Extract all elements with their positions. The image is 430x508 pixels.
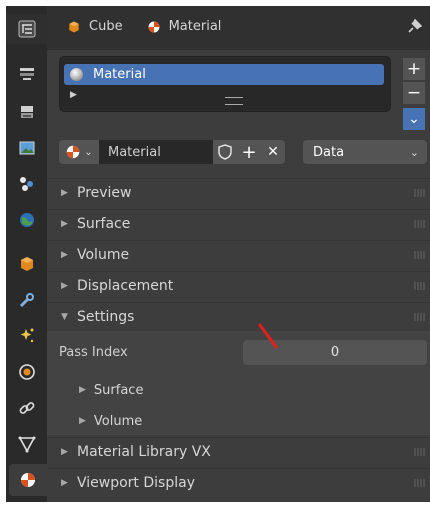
outliner-icon	[18, 20, 35, 38]
drag-grip-icon[interactable]	[414, 220, 426, 228]
panel-settings[interactable]: ▼ Settings	[47, 302, 430, 331]
collapsed-arrow-icon: ▶	[61, 447, 68, 457]
tab-view-layer[interactable]	[6, 168, 47, 200]
panel-title: Settings	[77, 309, 135, 325]
panel-title: Surface	[77, 216, 131, 232]
panel-viewport-display[interactable]: ▶ Viewport Display	[47, 468, 430, 497]
pin-button[interactable]	[406, 18, 423, 39]
properties-header: Cube Material	[47, 6, 430, 50]
tab-material[interactable]	[9, 464, 47, 496]
drag-grip-icon[interactable]	[414, 189, 426, 197]
render-icon	[20, 106, 33, 118]
material-name-field[interactable]: Material	[99, 140, 213, 164]
tab-scene[interactable]	[6, 204, 47, 236]
properties-tab-bar	[6, 6, 47, 502]
physics-icon	[18, 364, 35, 380]
list-resize-handle[interactable]	[225, 97, 243, 105]
tab-object[interactable]	[6, 248, 47, 280]
breadcrumb-object: Cube	[89, 19, 123, 34]
chevron-down-icon: ⌄	[84, 146, 93, 158]
view-layer-icon	[19, 177, 33, 191]
panel-surface[interactable]: ▶ Surface	[47, 209, 430, 238]
panel-title: Viewport Display	[77, 475, 195, 491]
collapsed-arrow-icon: ▶	[61, 188, 68, 198]
pass-index-label: Pass Index	[59, 345, 128, 360]
mesh-data-icon	[18, 436, 35, 453]
panel-title: Preview	[77, 185, 132, 201]
link-mode-dropdown[interactable]: Data ⌄	[303, 140, 427, 164]
material-icon	[148, 21, 160, 32]
drag-grip-icon[interactable]	[414, 448, 426, 456]
drag-grip-icon[interactable]	[414, 251, 426, 259]
tool-icon	[19, 68, 34, 80]
fake-user-button[interactable]	[213, 140, 237, 164]
object-cube-icon	[69, 21, 79, 32]
panel-material-library-vx[interactable]: ▶ Material Library VX	[47, 437, 430, 466]
settings-panel-body: Pass Index 0 ▶ Surface ▶ Volume	[47, 323, 430, 435]
material-slot-list: Material ▶	[59, 56, 391, 112]
tab-constraints[interactable]	[6, 392, 47, 424]
subpanel-volume[interactable]: ▶ Volume	[47, 407, 430, 435]
tab-render[interactable]	[6, 96, 47, 128]
material-icon	[21, 473, 35, 487]
collapsed-arrow-icon: ▶	[79, 416, 86, 426]
particles-icon	[20, 328, 33, 343]
add-slot-button[interactable]: +	[403, 58, 425, 80]
collapsed-arrow-icon: ▶	[61, 478, 68, 488]
object-cube-icon	[20, 257, 33, 271]
drag-grip-icon[interactable]	[414, 282, 426, 290]
material-selector-row: ⌄ Material + ✕	[59, 140, 285, 164]
annotation-stroke	[258, 323, 278, 349]
wrench-icon	[19, 293, 34, 308]
output-icon	[19, 141, 34, 155]
unlink-material-button[interactable]: ✕	[261, 140, 285, 164]
tab-tool[interactable]	[6, 58, 47, 90]
subpanel-title: Volume	[93, 413, 143, 429]
panel-volume[interactable]: ▶ Volume	[47, 240, 430, 269]
panel-preview[interactable]: ▶ Preview	[47, 178, 430, 207]
tab-output[interactable]	[6, 132, 47, 164]
breadcrumb-material: Material	[168, 19, 222, 34]
tab-modifiers[interactable]	[6, 284, 47, 316]
collapsed-arrow-icon: ▶	[61, 250, 68, 260]
collapsed-arrow-icon: ▶	[79, 385, 86, 395]
editor-type-icon[interactable]	[6, 14, 47, 44]
tab-physics[interactable]	[6, 356, 47, 388]
chevron-down-icon: ⌄	[409, 145, 419, 159]
slot-specials-button[interactable]: ⌄	[403, 108, 425, 130]
world-icon	[19, 213, 34, 227]
material-preview-icon	[70, 68, 83, 81]
panel-title: Material Library VX	[77, 444, 211, 460]
panel-displacement[interactable]: ▶ Displacement	[47, 271, 430, 300]
subpanel-surface[interactable]: ▶ Surface	[47, 376, 430, 404]
collapsed-arrow-icon: ▶	[61, 219, 68, 229]
drag-grip-icon[interactable]	[414, 313, 426, 321]
pin-icon	[408, 18, 423, 33]
tab-particles[interactable]	[6, 320, 47, 352]
constraint-link-icon	[19, 402, 34, 414]
panel-title: Volume	[77, 247, 130, 263]
drag-grip-icon[interactable]	[414, 479, 426, 487]
link-mode-value: Data	[313, 144, 345, 160]
material-slot-item[interactable]: Material	[64, 64, 384, 85]
subpanel-title: Surface	[93, 382, 144, 398]
browse-material-button[interactable]: ⌄	[59, 140, 99, 164]
new-material-button[interactable]: +	[237, 140, 261, 164]
properties-main: Cube Material Material ▶ + − ⌄ ⌄ Materia…	[47, 6, 430, 502]
expanded-arrow-icon: ▼	[61, 312, 68, 322]
remove-slot-button[interactable]: −	[403, 82, 425, 104]
expand-filter-icon[interactable]: ▶	[70, 90, 77, 100]
collapsed-arrow-icon: ▶	[61, 281, 68, 291]
breadcrumb: Cube Material	[67, 19, 221, 34]
shield-icon	[218, 144, 232, 160]
material-slot-label: Material	[93, 67, 146, 82]
tab-data[interactable]	[6, 428, 47, 460]
material-icon	[67, 145, 80, 159]
panel-title: Displacement	[77, 278, 174, 294]
